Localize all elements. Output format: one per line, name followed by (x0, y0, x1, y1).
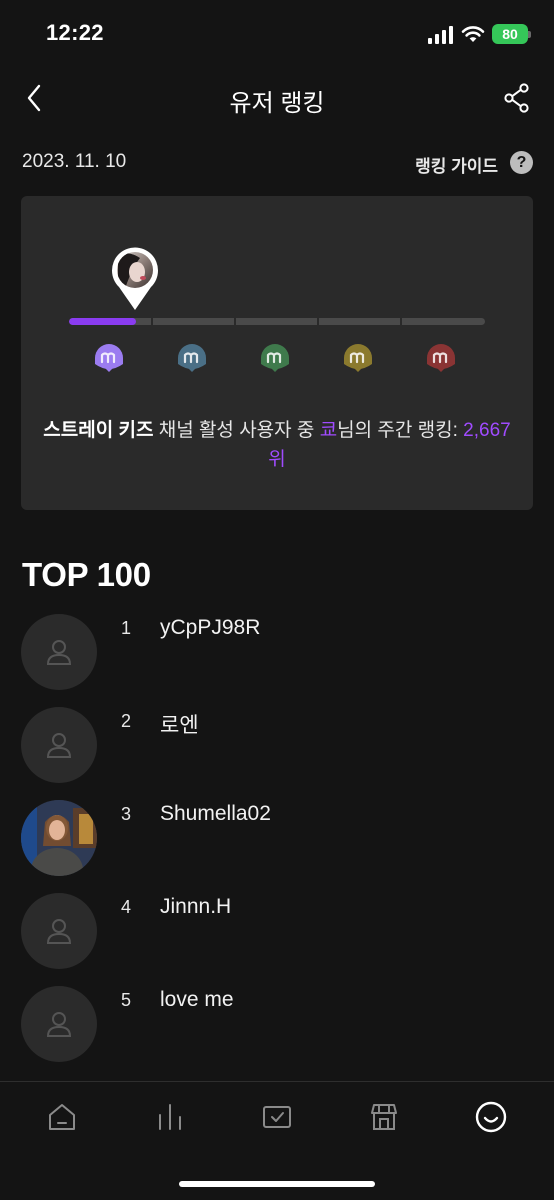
rank-text-part1: 채널 활성 사용자 중 (153, 420, 320, 441)
weekly-rank-text: 스트레이 키즈 채널 활성 사용자 중 쿄님의 주간 랭킹: 2,667위 (36, 416, 518, 474)
user-name: Shumella02 (160, 802, 271, 825)
tier-1-badge-icon (93, 342, 125, 374)
user-photo-avatar (21, 800, 97, 876)
ranking-row[interactable]: 4 Jinnn.H (0, 893, 554, 973)
store-icon (371, 1104, 397, 1130)
rank-text-part2: 님의 주간 랭킹: (337, 420, 464, 441)
tab-check[interactable] (257, 1097, 297, 1137)
ranking-row[interactable]: 2 로엔 (0, 707, 554, 787)
default-avatar-icon (21, 986, 97, 1062)
rank-number: 5 (121, 990, 132, 1010)
tier-5-badge-icon (425, 342, 457, 374)
wifi-icon (461, 26, 485, 42)
rank-number: 4 (121, 897, 132, 917)
battery-tip (528, 31, 531, 38)
top100-heading: TOP 100 (22, 556, 151, 593)
user-name: Jinnn.H (160, 895, 232, 918)
tab-store[interactable] (364, 1097, 404, 1137)
ranking-row[interactable]: 3 Shumella02 (0, 800, 554, 880)
help-icon[interactable]: ? (510, 151, 533, 174)
tier-2-badge-icon (176, 342, 208, 374)
tier-4-badge-icon (342, 342, 374, 374)
battery-icon: 80 (492, 24, 528, 44)
default-avatar-icon (21, 707, 97, 783)
rank-number: 2 (121, 711, 132, 731)
home-icon (49, 1104, 75, 1130)
tab-home[interactable] (42, 1097, 82, 1137)
tab-my[interactable] (471, 1097, 511, 1137)
user-position-pin (112, 247, 158, 310)
tab-chart[interactable] (150, 1097, 190, 1137)
tier-3-badge-icon (259, 342, 291, 374)
user-nickname: 쿄 (319, 420, 338, 441)
ranking-row[interactable]: 5 love me (0, 986, 554, 1066)
check-icon (263, 1106, 291, 1128)
rank-number: 1 (121, 618, 132, 638)
user-name: 로엔 (160, 714, 199, 737)
rank-number: 3 (121, 804, 132, 824)
user-name: yCpPJ98R (160, 616, 261, 639)
page-title: 유저 랭킹 (229, 90, 325, 117)
default-avatar-icon (21, 614, 97, 690)
share-button[interactable] (500, 80, 534, 116)
home-indicator (179, 1181, 375, 1187)
ranking-row[interactable]: 1 yCpPJ98R (0, 614, 554, 694)
signal-icon (428, 26, 453, 44)
chart-icon (159, 1104, 181, 1130)
user-name: love me (160, 988, 234, 1011)
status-time: 12:22 (46, 20, 104, 45)
default-avatar-icon (21, 893, 97, 969)
ranking-guide-link[interactable]: 랭킹 가이드 (0, 152, 498, 177)
rank-progress-fill (69, 318, 136, 325)
share-icon (504, 83, 529, 113)
smile-icon (475, 1101, 507, 1133)
channel-name: 스트레이 키즈 (43, 420, 154, 441)
rank-progress-track (69, 318, 485, 325)
tab-bar-divider (0, 1081, 554, 1082)
